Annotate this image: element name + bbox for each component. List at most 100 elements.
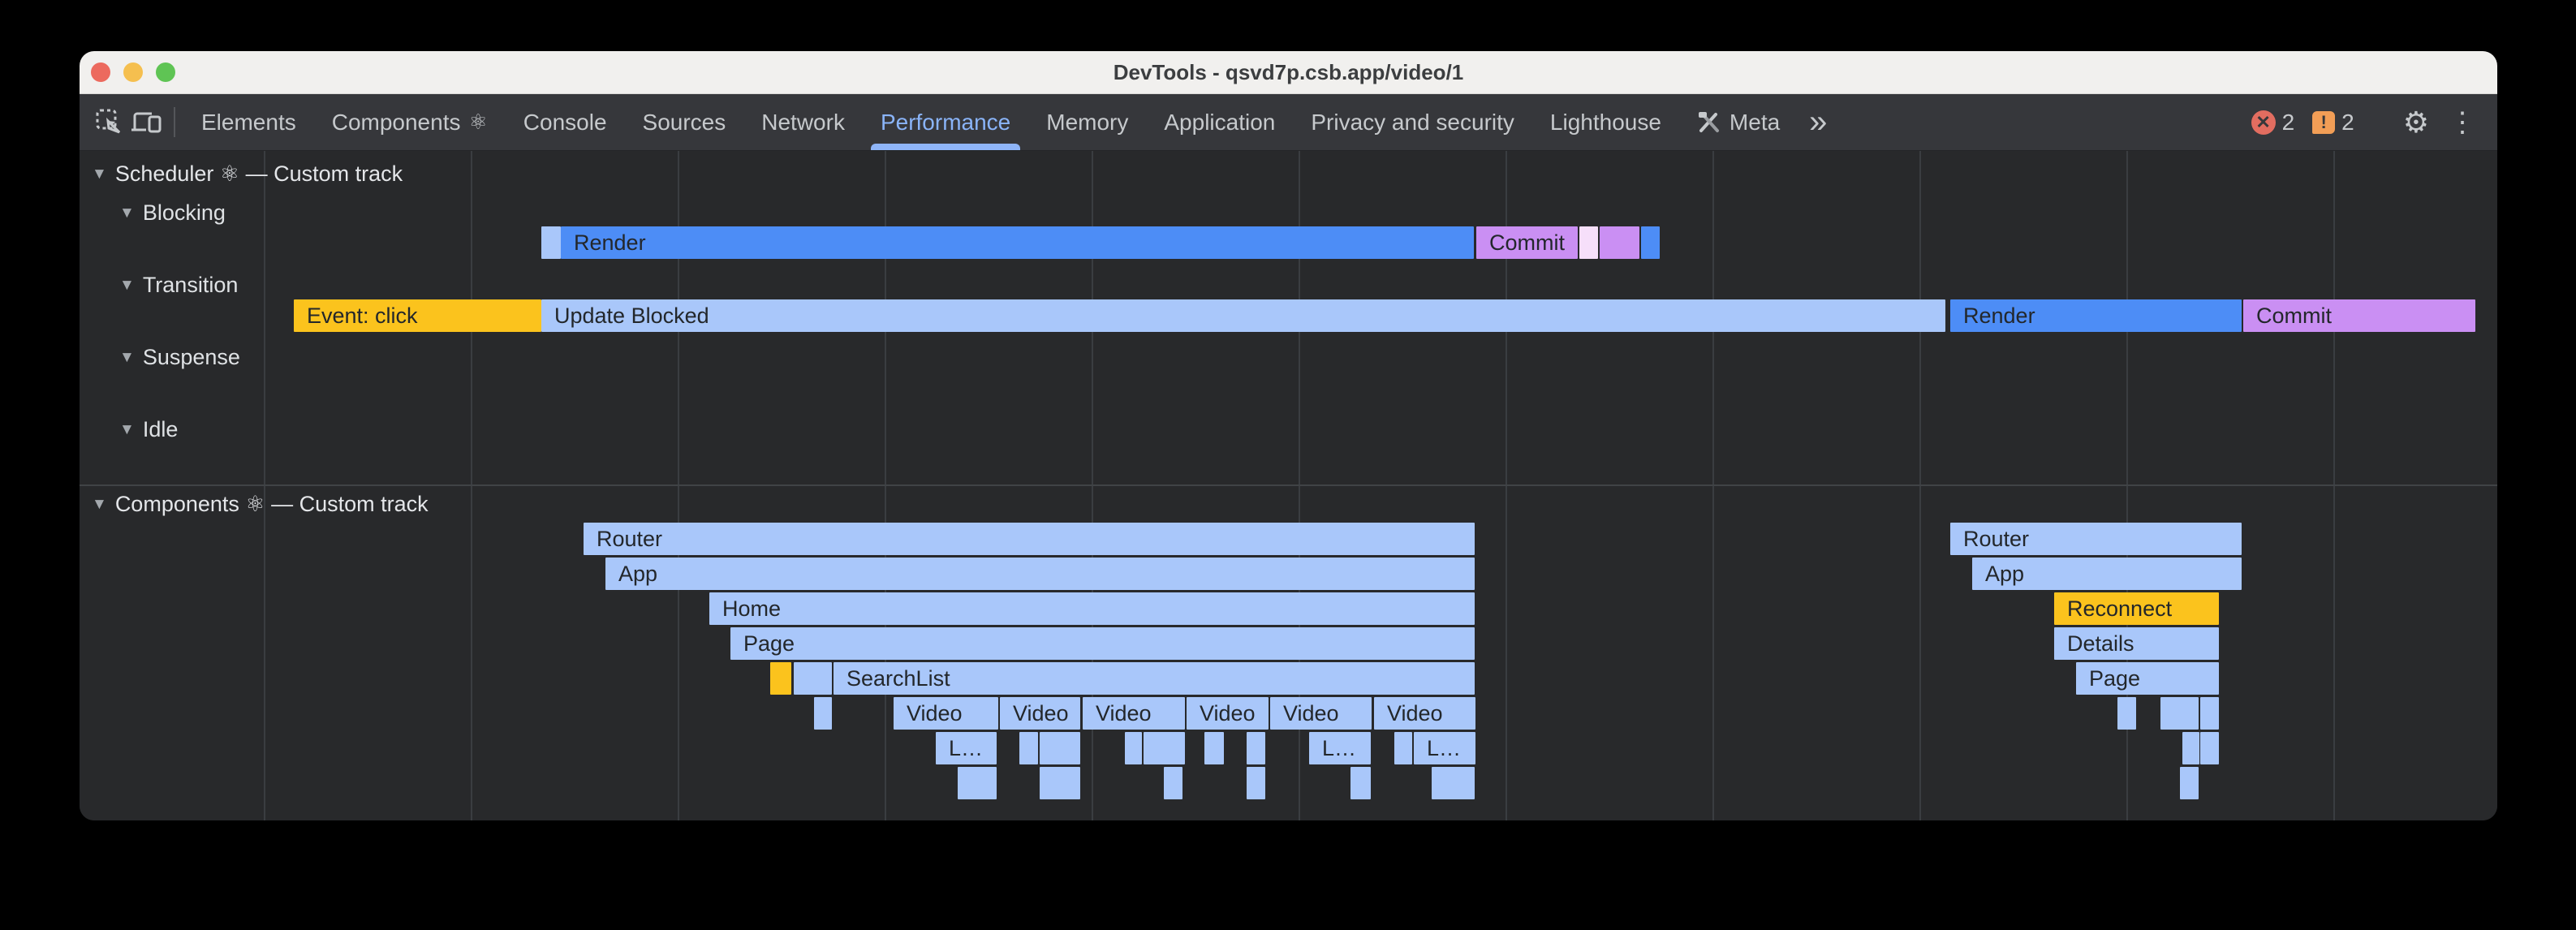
flame-bar-video[interactable]: Video [1374,697,1475,730]
more-options-icon[interactable]: ⋮ [2442,106,2483,139]
tab-label: Application [1164,110,1275,136]
flame-bar[interactable] [1247,732,1265,764]
flame-bar-label: L… [936,736,983,761]
devtools-window: DevTools - qsvd7p.csb.app/video/1 [80,51,2497,820]
tab-application[interactable]: Application [1146,94,1293,150]
flame-bar-label: Home [709,596,781,622]
tab-label: Lighthouse [1550,110,1661,136]
lane-label: Idle [143,417,179,442]
flame-bar[interactable] [1394,732,1412,764]
flame-bar[interactable] [2160,697,2199,730]
flame-bar-video[interactable]: Video [1083,697,1185,730]
flame-bar-video[interactable]: Video [1187,697,1269,730]
flame-bar[interactable] [794,662,832,695]
lane-blocking[interactable]: ▼Blocking [119,200,226,226]
flame-bar[interactable] [1125,732,1142,764]
flame-bar-video[interactable]: Video [1270,697,1372,730]
zoom-button[interactable] [156,62,175,82]
flame-bar-searchlist[interactable]: SearchList [834,662,1475,695]
flame-bar[interactable] [958,767,997,799]
tab-lighthouse[interactable]: Lighthouse [1532,94,1679,150]
flame-bar[interactable] [2180,767,2199,799]
components-track-header[interactable]: ▼ Components ⚛ — Custom track [92,492,429,517]
flame-bar-app[interactable]: App [605,558,1475,590]
flame-bar-l-[interactable]: L… [936,732,997,764]
flame-bar[interactable] [541,226,561,259]
lane-transition[interactable]: ▼Transition [119,273,238,298]
flame-bar[interactable] [1040,767,1080,799]
flame-bar[interactable] [2182,732,2199,764]
flame-bar-label: Update Blocked [541,304,709,329]
flame-bar-update-blocked[interactable]: Update Blocked [541,299,1945,332]
more-tabs-button[interactable]: » [1798,94,1835,150]
scheduler-track-header[interactable]: ▼ Scheduler ⚛ — Custom track [92,161,403,187]
tab-performance[interactable]: Performance [863,94,1028,150]
tab-elements[interactable]: Elements [183,94,314,150]
flame-bar-render[interactable]: Render [1950,299,2242,332]
flame-bar[interactable] [1204,732,1224,764]
flame-bar[interactable] [2200,697,2219,730]
flame-bar-l-[interactable]: L… [1414,732,1475,764]
flame-bar-router[interactable]: Router [1950,523,2242,555]
console-errors-badge[interactable]: ✕ 2 [2251,110,2295,136]
tab-label: Memory [1046,110,1128,136]
flame-bar[interactable] [1144,732,1185,764]
settings-gear-icon[interactable]: ⚙ [2390,105,2442,140]
flame-bar-label: Video [1187,701,1256,726]
tab-privacy-and-security[interactable]: Privacy and security [1293,94,1532,150]
flame-bar[interactable] [1350,767,1371,799]
device-toolbar-icon[interactable] [128,94,166,150]
minimize-button[interactable] [123,62,143,82]
tab-console[interactable]: Console [506,94,625,150]
flame-bar-page[interactable]: Page [2076,662,2219,695]
tab-sources[interactable]: Sources [625,94,744,150]
collapse-triangle-icon: ▼ [119,349,135,367]
flame-bar-details[interactable]: Details [2054,627,2219,660]
flame-bar-reconnect[interactable]: Reconnect [2054,592,2219,625]
flame-bar[interactable] [2117,697,2136,730]
flame-bar[interactable] [814,697,832,730]
flame-bar-video[interactable]: Video [1000,697,1080,730]
flame-bar-page[interactable]: Page [730,627,1475,660]
tab-memory[interactable]: Memory [1028,94,1146,150]
lane-suspense[interactable]: ▼Suspense [119,345,240,370]
flame-bar[interactable] [1600,226,1639,259]
flame-bar-label: Commit [2243,304,2332,329]
flame-bar-router[interactable]: Router [584,523,1475,555]
flame-bar[interactable] [770,662,791,695]
flame-bar-commit[interactable]: Commit [1476,226,1578,259]
flame-bar[interactable] [2200,732,2219,764]
flame-bar-commit[interactable]: Commit [2243,299,2475,332]
flame-bar[interactable] [1040,732,1080,764]
tab-label: Meta [1730,110,1780,136]
issues-badge[interactable]: ! 2 [2312,110,2354,136]
flame-bar-label: Video [1374,701,1443,726]
flame-bar-label: Event: click [294,304,418,329]
flame-bar-home[interactable]: Home [709,592,1475,625]
flame-bar[interactable] [1641,226,1660,259]
close-button[interactable] [91,62,110,82]
flame-bar-video[interactable]: Video [894,697,998,730]
collapse-triangle-icon: ▼ [119,277,135,295]
flame-bar-event-click[interactable]: Event: click [294,299,541,332]
flame-bar-label: Render [1950,304,2035,329]
screenshot-background: DevTools - qsvd7p.csb.app/video/1 [0,0,2576,930]
flame-bar[interactable] [1579,226,1598,259]
flame-bar[interactable] [1247,767,1265,799]
flame-bar[interactable] [1019,732,1038,764]
tab-components[interactable]: Components⚛ [314,94,506,150]
flame-bar-app[interactable]: App [1972,558,2242,590]
flame-bar[interactable] [1164,767,1182,799]
flame-bar[interactable] [1432,767,1475,799]
toolbar-right: ✕ 2 ! 2 ⚙ ⋮ [2251,94,2497,150]
tab-label: Privacy and security [1311,110,1514,136]
flame-bar-label: Video [1000,701,1069,726]
flame-bar-label: App [1972,562,2024,587]
lane-idle[interactable]: ▼Idle [119,417,178,442]
inspect-icon[interactable] [91,94,128,150]
tab-network[interactable]: Network [743,94,863,150]
tab-meta[interactable]: Meta [1679,94,1798,150]
flame-bar-l-[interactable]: L… [1309,732,1371,764]
collapse-triangle-icon: ▼ [119,205,135,222]
flame-bar-render[interactable]: Render [561,226,1474,259]
